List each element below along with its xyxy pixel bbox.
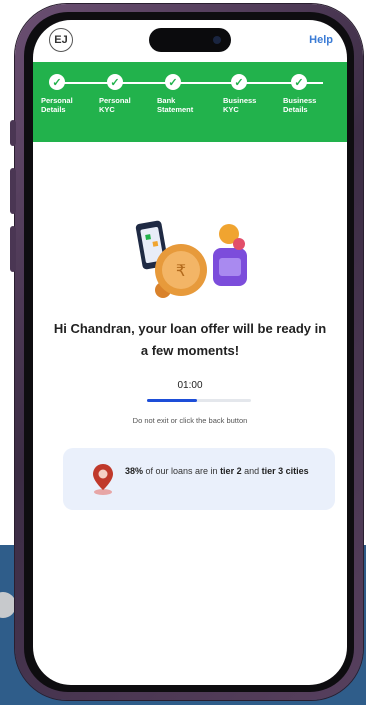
loading-progress-bar	[147, 399, 251, 402]
app-screen: EJ Help ✓ Personal Details ✓ Personal KY…	[33, 20, 347, 685]
step-check-icon: ✓	[231, 74, 247, 90]
location-pin-icon	[93, 464, 113, 495]
loading-progress-fill	[147, 399, 197, 402]
loan-offer-headline: Hi Chandran, your loan offer will be rea…	[53, 321, 327, 358]
phone-side-button	[10, 120, 16, 146]
tier-2-highlight: tier 2	[220, 466, 242, 476]
camera-icon	[213, 36, 221, 44]
phone-volume-up	[10, 168, 16, 214]
step-label: Personal KYC	[99, 96, 131, 114]
step-check-icon: ✓	[107, 74, 123, 90]
loans-info-text: 38% of our loans are in tier 2 and tier …	[125, 464, 325, 478]
info-text-part2: and	[241, 466, 262, 476]
step-label: Bank Statement	[157, 96, 194, 114]
step-label: Business KYC	[223, 96, 257, 114]
app-logo-text: EJ	[54, 34, 68, 46]
step-personal-details: ✓ Personal Details	[41, 74, 99, 114]
step-check-icon: ✓	[165, 74, 181, 90]
loan-coins-phone-icon: ₹	[135, 220, 247, 298]
app-logo[interactable]: EJ	[49, 28, 73, 52]
step-bank-statement: ✓ Bank Statement	[157, 74, 215, 114]
countdown-timer: 01:00	[177, 380, 203, 391]
dynamic-island	[149, 28, 231, 52]
do-not-exit-note: Do not exit or click the back button	[132, 416, 248, 425]
step-business-details: ✓ Business Details	[283, 74, 341, 114]
help-link[interactable]: Help	[309, 34, 333, 46]
info-text-part1: of our loans are in	[143, 466, 221, 476]
step-check-icon: ✓	[49, 74, 65, 90]
loans-info-card: 38% of our loans are in tier 2 and tier …	[63, 448, 335, 510]
loans-percent: 38%	[125, 466, 144, 476]
tier-3-highlight: tier 3 cities	[261, 466, 309, 476]
step-check-icon: ✓	[291, 74, 307, 90]
phone-volume-down	[10, 226, 16, 272]
step-business-kyc: ✓ Business KYC	[223, 74, 281, 114]
step-label: Personal Details	[41, 96, 73, 114]
step-label: Business Details	[283, 96, 317, 114]
progress-stepper: ✓ Personal Details ✓ Personal KYC ✓ Bank…	[33, 62, 347, 142]
svg-text:₹: ₹	[176, 261, 186, 280]
step-personal-kyc: ✓ Personal KYC	[99, 74, 157, 114]
